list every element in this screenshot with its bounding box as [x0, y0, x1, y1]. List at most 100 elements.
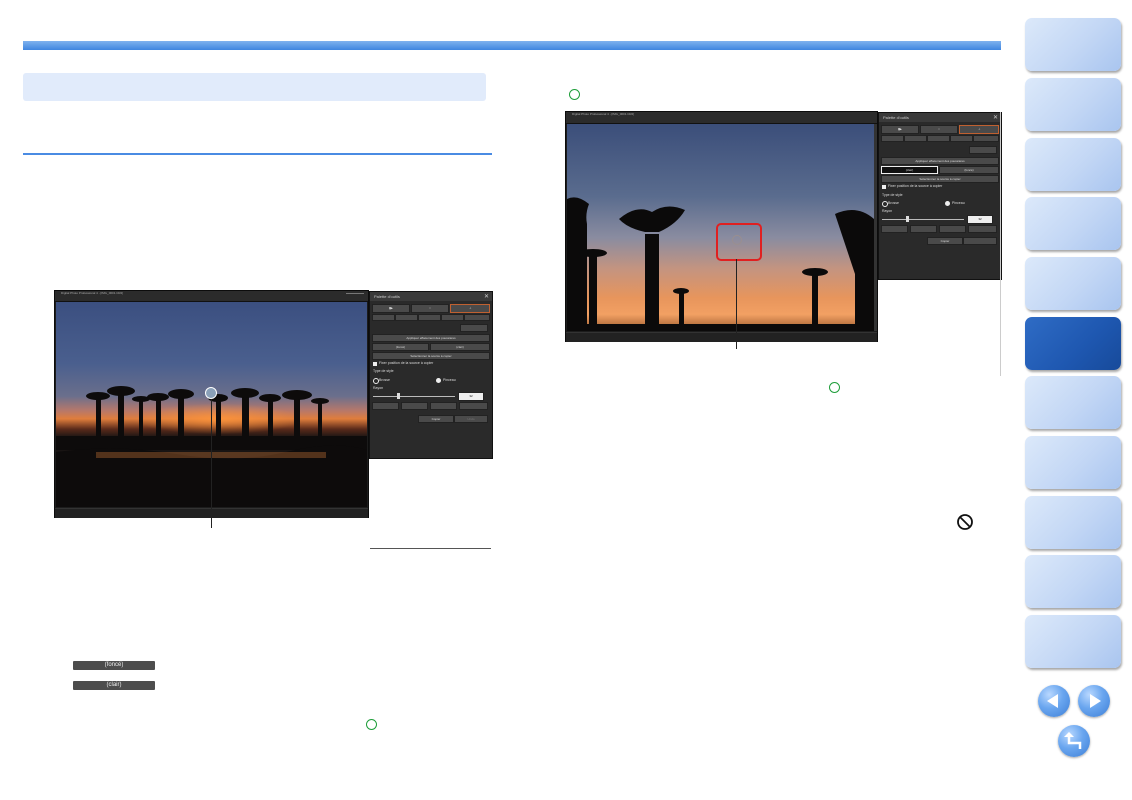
brush-type-label: Type de style — [373, 369, 394, 373]
cursor-marker — [205, 387, 217, 399]
fix-position-checkbox[interactable] — [882, 185, 886, 189]
select-copy-source-button[interactable]: Sélectionner la source à copier — [881, 175, 999, 183]
radius-value-field[interactable]: 32 — [458, 392, 484, 401]
nav-tab-6[interactable] — [1025, 317, 1121, 370]
screenshot-right-titlebar: Digital Photo Professional 4 - [IMG_0001… — [566, 112, 877, 124]
leader-line — [211, 399, 212, 528]
palette-light-button[interactable]: (clair) — [881, 166, 938, 174]
fix-position-checkbox[interactable] — [373, 362, 377, 366]
palette-title: Palette d'outils — [370, 292, 492, 301]
radius-value-field[interactable]: 32 — [967, 215, 993, 224]
fix-position-label: Fixer position de la source à copier — [379, 361, 434, 365]
palette-tab-raw[interactable]: ▮▶ — [881, 125, 919, 134]
green-circle-marker — [366, 719, 377, 730]
radius-label: Rayon — [373, 386, 384, 390]
nav-tab-7[interactable] — [1025, 376, 1121, 429]
palette-title: Palette d'outils — [879, 113, 1001, 122]
tool-palette-right: Palette d'outils ✕ ▮▶ ↕ ⊥ Appliquer effa… — [878, 112, 1002, 280]
arrow-left-icon — [1047, 694, 1058, 708]
palette-left-bottom-rule — [370, 548, 491, 549]
palette-row-btn-3[interactable] — [430, 402, 457, 410]
palette-close-icon[interactable]: ✕ — [484, 293, 489, 300]
palette-subtab-2[interactable] — [904, 135, 927, 142]
nav-tab-10[interactable] — [1025, 555, 1121, 608]
palette-tab-tone[interactable]: ↕ — [411, 304, 449, 313]
screenshot-right-title: Digital Photo Professional 4 - [IMG_0001… — [572, 113, 635, 116]
nav-tab-9[interactable] — [1025, 496, 1121, 549]
palette-row-btn-4[interactable] — [459, 402, 488, 410]
arrow-right-icon — [1090, 694, 1101, 708]
palette-undo-button[interactable] — [963, 237, 997, 245]
palette-tab-stamp[interactable]: ⊥ — [450, 304, 490, 313]
screenshot-left-title: Digital Photo Professional 4 - [IMG_0001… — [61, 292, 124, 295]
header-band — [23, 41, 1001, 50]
nav-tab-4[interactable] — [1025, 197, 1121, 250]
screenshot-left-titlebar: Digital Photo Professional 4 - [IMG_0001… — [55, 291, 368, 302]
nav-tab-1[interactable] — [1025, 18, 1121, 71]
palette-subtab-3[interactable] — [418, 314, 441, 321]
palette-subtab-4[interactable] — [950, 135, 973, 142]
palette-subtab-3[interactable] — [927, 135, 950, 142]
legend-dark-button: (foncé) — [73, 661, 155, 670]
next-page-button[interactable] — [1078, 685, 1110, 717]
brush-fine-label: Pinceau — [443, 378, 456, 382]
palette-subtab-2[interactable] — [395, 314, 418, 321]
palette-copy-button[interactable]: Copier — [927, 237, 963, 245]
palette-subtab-1[interactable] — [372, 314, 395, 321]
apply-dust-removal-label: Appliquer effacement des poussières — [881, 157, 999, 165]
radius-slider[interactable] — [373, 396, 455, 397]
green-circle-marker — [569, 89, 580, 100]
prev-page-button[interactable] — [1038, 685, 1070, 717]
fix-position-label: Fixer position de la source à copier — [888, 184, 943, 188]
brush-fine-label: Pinceau — [952, 201, 965, 205]
palette-tab-stamp[interactable]: ⊥ — [959, 125, 999, 134]
palette-row-btn-2[interactable] — [910, 225, 937, 233]
radius-slider[interactable] — [882, 219, 964, 220]
leader-line-right — [736, 259, 737, 349]
palette-close-icon[interactable]: ✕ — [993, 114, 998, 121]
palette-subtab-1[interactable] — [881, 135, 904, 142]
radius-slider-thumb[interactable] — [906, 216, 909, 222]
brush-fine-radio[interactable] — [945, 201, 950, 206]
return-button[interactable] — [1058, 725, 1090, 757]
palette-reset-button[interactable] — [969, 146, 997, 154]
palette-subtab-5[interactable] — [973, 135, 999, 142]
apply-dust-removal-label: Appliquer effacement des poussières — [372, 334, 490, 342]
nav-tab-3[interactable] — [1025, 138, 1121, 191]
palette-subtab-4[interactable] — [441, 314, 464, 321]
green-circle-marker — [829, 382, 840, 393]
palette-subtab-5[interactable] — [464, 314, 490, 321]
palette-tab-tone[interactable]: ↕ — [920, 125, 958, 134]
palette-row-btn-1[interactable] — [881, 225, 908, 233]
brush-thick-label: Brosse — [379, 378, 390, 382]
palette-reset-button[interactable] — [460, 324, 488, 332]
palette-dark-button[interactable]: (foncé) — [939, 166, 999, 174]
palette-copy-button[interactable]: Copier — [418, 415, 454, 423]
palette-row-btn-3[interactable] — [939, 225, 966, 233]
select-copy-source-button[interactable]: Sélectionner la source à copier — [372, 352, 490, 360]
tool-palette-left: Palette d'outils ✕ ▮▶ ↕ ⊥ Appliquer effa… — [369, 291, 493, 459]
section-rule — [23, 153, 492, 155]
radius-label: Rayon — [882, 209, 893, 213]
nav-tab-8[interactable] — [1025, 436, 1121, 489]
palette-tab-raw[interactable]: ▮▶ — [372, 304, 410, 313]
palette-undo-button[interactable]: Undo — [454, 415, 488, 423]
palette-row-btn-2[interactable] — [401, 402, 428, 410]
screenshot-right-vscroll[interactable] — [874, 124, 877, 331]
palette-light-button[interactable]: (clair) — [430, 343, 490, 351]
palette-right-side-rule — [1000, 112, 1001, 376]
palette-row-btn-4[interactable] — [968, 225, 997, 233]
legend-light-button: (clair) — [73, 681, 155, 690]
palette-row-btn-1[interactable] — [372, 402, 399, 410]
brush-fine-radio[interactable] — [436, 378, 441, 383]
section-header-box — [23, 73, 486, 101]
palette-dark-button[interactable]: (foncé) — [372, 343, 429, 351]
nav-tab-11[interactable] — [1025, 615, 1121, 668]
prohibited-icon — [957, 514, 973, 530]
dust-spot-icon — [732, 235, 742, 245]
brush-type-label: Type de style — [882, 193, 903, 197]
nav-tab-2[interactable] — [1025, 78, 1121, 131]
radius-slider-thumb[interactable] — [397, 393, 400, 399]
nav-tab-5[interactable] — [1025, 257, 1121, 310]
screenshot-left-window-buttons — [346, 293, 364, 298]
